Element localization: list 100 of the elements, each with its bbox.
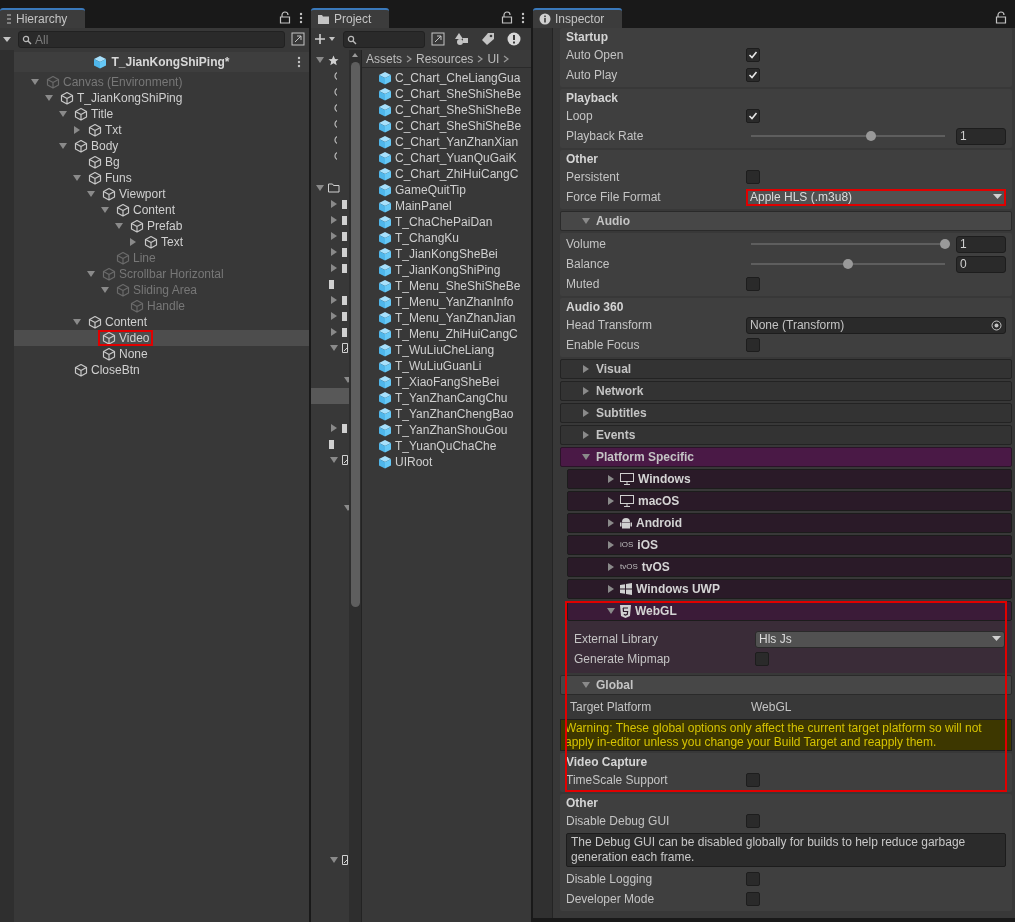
collapse-arrow-icon[interactable] [606,474,616,484]
platform-foldout[interactable]: Android [567,513,1012,533]
window-icon[interactable] [291,32,305,46]
slider-thumb[interactable] [940,239,950,249]
asset-item[interactable]: C_Chart_SheShiSheBe [378,118,531,134]
number-field[interactable]: 0 [956,255,1006,273]
foldout-header[interactable]: Network [560,381,1012,401]
checkbox[interactable] [746,109,760,123]
asset-item[interactable]: MainPanel [378,198,531,214]
expand-arrow-icon[interactable] [606,606,616,616]
asset-item[interactable]: T_YanZhanCangChu [378,390,531,406]
lock-icon[interactable] [501,11,513,24]
asset-item[interactable]: T_Menu_ZhiHuiCangC [378,326,531,342]
collapse-arrow-icon[interactable] [329,231,339,241]
panel-tab[interactable]: Project [311,8,390,28]
panel-tab[interactable]: Hierarchy [0,8,86,28]
checkbox[interactable] [746,277,760,291]
asset-item[interactable]: T_ChaChePaiDan [378,214,531,230]
warning-icon[interactable] [507,32,521,46]
scrollbar-thumb[interactable] [350,62,360,607]
breadcrumb-link[interactable]: UI [487,49,500,68]
object-field[interactable]: None (Transform) [746,316,1006,334]
breadcrumb-link[interactable]: Assets [366,49,402,68]
scroll-up-icon[interactable] [351,52,359,58]
expand-arrow-icon[interactable] [581,452,591,462]
slider-thumb[interactable] [866,131,877,141]
foldout-header[interactable]: Events [560,425,1012,445]
breadcrumb-link[interactable]: Resources [416,49,474,68]
asset-item[interactable]: C_Chart_CheLiangGua [378,70,531,86]
asset-item[interactable]: T_ChangKu [378,230,531,246]
collapse-arrow-icon[interactable] [606,518,616,528]
checkbox[interactable] [755,652,769,666]
checkbox[interactable] [746,773,760,787]
expand-arrow-icon[interactable] [581,680,591,690]
collapse-arrow-icon[interactable] [606,540,616,550]
checkbox[interactable] [746,68,760,82]
expand-arrow-icon[interactable] [329,343,339,353]
asset-item[interactable]: T_YanZhanChengBao [378,406,531,422]
collapse-arrow-icon[interactable] [581,430,591,440]
checkbox[interactable] [746,338,760,352]
slider-thumb[interactable] [843,259,853,269]
collapse-arrow-icon[interactable] [329,295,339,305]
collapse-arrow-icon[interactable] [329,247,339,257]
platform-foldout[interactable]: iOS iOS [567,535,1012,555]
asset-item[interactable]: T_WuLiuCheLiang [378,342,531,358]
collapse-arrow-icon[interactable] [329,199,339,209]
menu-icon[interactable] [299,12,303,24]
checkbox[interactable] [746,48,760,62]
menu-icon[interactable] [521,12,525,24]
platform-foldout[interactable]: WebGL [567,601,1012,621]
asset-item[interactable]: C_Chart_SheShiSheBe [378,86,531,102]
asset-item[interactable]: T_JianKongShiPing [378,262,531,278]
asset-item[interactable]: UIRoot [378,454,531,470]
dropdown[interactable]: Hls Js [755,630,1005,648]
expand-arrow-icon[interactable] [329,855,339,865]
checkbox[interactable] [746,872,760,886]
expand-arrow-icon[interactable] [329,455,339,465]
expand-arrow-icon[interactable] [315,55,325,65]
asset-item[interactable]: T_YuanQuChaChe [378,438,531,454]
platform-foldout[interactable]: Windows [567,469,1012,489]
asset-item[interactable]: T_Menu_YanZhanInfo [378,294,531,310]
lock-icon[interactable] [279,11,291,24]
collapse-arrow-icon[interactable] [329,263,339,273]
checkbox[interactable] [746,892,760,906]
foldout-header[interactable]: Platform Specific [560,447,1012,467]
collapse-arrow-icon[interactable] [581,364,591,374]
window-icon[interactable] [431,32,445,46]
tag-icon[interactable] [481,32,495,46]
asset-item[interactable]: C_Chart_SheShiSheBe [378,102,531,118]
foldout-header[interactable]: Audio [560,211,1012,231]
panel-tab[interactable]: Inspector [533,8,623,28]
collapse-arrow-icon[interactable] [581,386,591,396]
checkbox[interactable] [746,814,760,828]
asset-item[interactable]: T_JianKongSheBei [378,246,531,262]
platform-foldout[interactable]: tvOS tvOS [567,557,1012,577]
platform-foldout[interactable]: Windows UWP [567,579,1012,599]
number-field[interactable]: 1 [956,127,1006,145]
expand-arrow-icon[interactable] [581,216,591,226]
asset-item[interactable]: GameQuitTip [378,182,531,198]
foldout-header[interactable]: Visual [560,359,1012,379]
collapse-arrow-icon[interactable] [581,408,591,418]
collapse-arrow-icon[interactable] [329,423,339,433]
asset-item[interactable]: C_Chart_ZhiHuiCangC [378,166,531,182]
asset-item[interactable]: T_XiaoFangSheBei [378,374,531,390]
add-icon[interactable] [315,33,337,45]
search-field[interactable] [343,31,425,48]
menu-icon[interactable] [297,56,301,68]
expand-arrow-icon[interactable] [315,183,325,193]
collapse-arrow-icon[interactable] [329,327,339,337]
checkbox[interactable] [746,170,760,184]
platform-foldout[interactable]: macOS [567,491,1012,511]
collapse-arrow-icon[interactable] [606,584,616,594]
asset-item[interactable]: T_WuLiuGuanLi [378,358,531,374]
asset-item[interactable]: T_YanZhanShouGou [378,422,531,438]
lock-icon[interactable] [995,11,1007,24]
asset-item[interactable]: T_Menu_SheShiSheBe [378,278,531,294]
search-field[interactable]: All [18,31,285,48]
asset-item[interactable]: C_Chart_YanZhanXian [378,134,531,150]
foldout-header[interactable]: Global [560,675,1012,695]
asset-item[interactable]: C_Chart_YuanQuGaiK [378,150,531,166]
